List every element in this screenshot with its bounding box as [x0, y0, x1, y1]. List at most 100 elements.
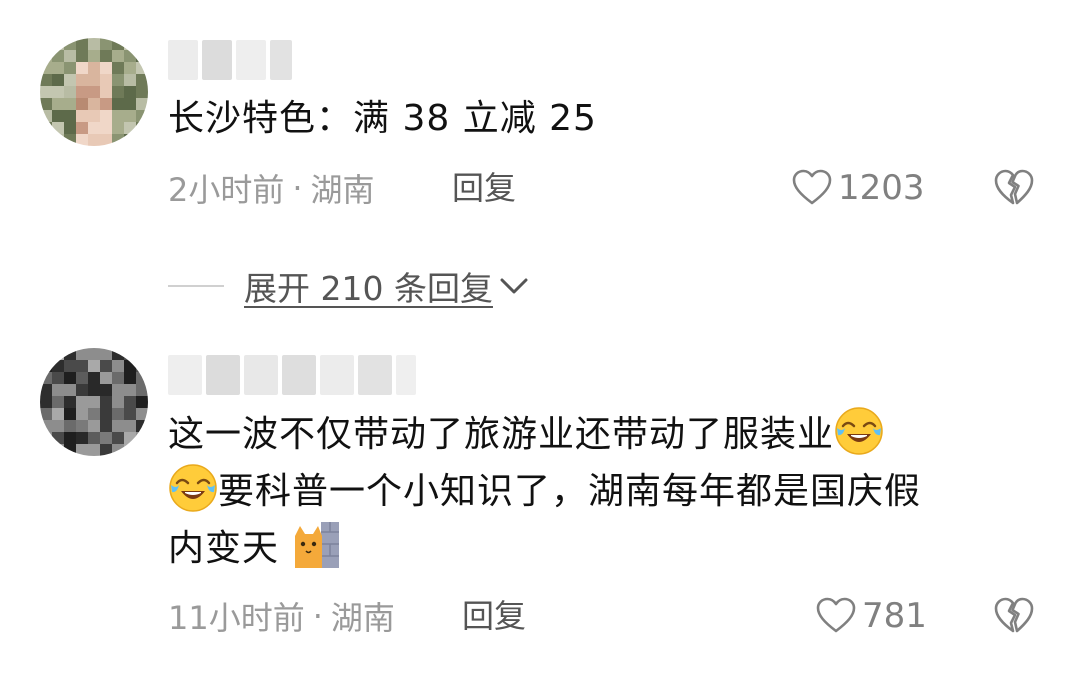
avatar-pixel [112, 432, 124, 444]
avatar-pixel [136, 408, 148, 420]
avatar-pixel [40, 134, 52, 146]
avatar-pixel [52, 408, 64, 420]
avatar-pixel [52, 134, 64, 146]
avatar-pixel [124, 86, 136, 98]
avatar-pixel [52, 432, 64, 444]
avatar-pixel [76, 110, 88, 122]
avatar-pixel [124, 110, 136, 122]
avatar-pixel [136, 62, 148, 74]
avatar-pixel [100, 360, 112, 372]
expand-replies-label[interactable]: 展开 210 条回复 [244, 262, 493, 310]
avatar-pixel [88, 444, 100, 456]
avatar-pixel [64, 372, 76, 384]
avatar-pixel [136, 396, 148, 408]
avatar-pixel [136, 360, 148, 372]
avatar-pixel [76, 444, 88, 456]
avatar-pixel [100, 50, 112, 62]
broken-heart-icon[interactable] [994, 596, 1034, 636]
meta-separator: · [292, 169, 303, 207]
avatar-pixel [124, 372, 136, 384]
avatar-pixel [40, 432, 52, 444]
avatar-pixel [40, 50, 52, 62]
avatar-pixel [124, 432, 136, 444]
avatar-pixel [40, 110, 52, 122]
like-button[interactable]: 781 [816, 594, 927, 638]
chevron-down-icon[interactable] [497, 274, 531, 298]
avatar-pixel [100, 110, 112, 122]
avatar-pixel [136, 372, 148, 384]
reply-button[interactable]: 回复 [452, 166, 516, 210]
avatar-pixel [112, 134, 124, 146]
avatar-pixel [40, 98, 52, 110]
avatar-pixel [88, 372, 100, 384]
expand-replies[interactable]: 展开 210 条回复 [168, 262, 531, 310]
comment-time: 11小时前 [168, 599, 305, 637]
avatar-pixel [88, 360, 100, 372]
avatar-pixel [88, 98, 100, 110]
avatar-pixel [76, 86, 88, 98]
avatar-pixel [136, 38, 148, 50]
avatar-pixel [112, 444, 124, 456]
avatar-pixel [76, 50, 88, 62]
avatar-pixel [136, 98, 148, 110]
avatar-pixel [136, 134, 148, 146]
avatar-pixel [100, 396, 112, 408]
comment-text: 这一波不仅带动了旅游业还带动了服装业 要科普一个小知识了，湖南每年都是国庆假 内… [168, 406, 1048, 577]
avatar-pixel [76, 396, 88, 408]
avatar[interactable] [40, 348, 148, 456]
username-redacted[interactable] [168, 355, 416, 395]
avatar-pixel [112, 98, 124, 110]
avatar-pixel [64, 110, 76, 122]
avatar-pixel [136, 122, 148, 134]
broken-heart-icon[interactable] [994, 168, 1034, 208]
avatar-pixel [136, 420, 148, 432]
avatar-pixel [52, 444, 64, 456]
avatar-pixel [40, 122, 52, 134]
crying-laughing-emoji [169, 464, 217, 512]
avatar-pixel [76, 432, 88, 444]
avatar-pixel [112, 110, 124, 122]
avatar-pixel [100, 86, 112, 98]
avatar-pixel [112, 74, 124, 86]
avatar-pixel [88, 396, 100, 408]
avatar-pixel [100, 444, 112, 456]
avatar-pixel [124, 396, 136, 408]
avatar[interactable] [40, 38, 148, 146]
avatar-pixel [64, 408, 76, 420]
avatar-pixel [88, 122, 100, 134]
avatar-pixel [100, 134, 112, 146]
avatar-pixel [88, 74, 100, 86]
avatar-pixel [112, 372, 124, 384]
avatar-pixel [112, 384, 124, 396]
avatar-pixel [52, 360, 64, 372]
avatar-pixel [88, 86, 100, 98]
like-button[interactable]: 1203 [792, 166, 925, 210]
avatar-pixel [124, 50, 136, 62]
comment-text-line: 要科普一个小知识了，湖南每年都是国庆假 [218, 471, 922, 512]
avatar-pixel [100, 348, 112, 360]
avatar-pixel [52, 74, 64, 86]
avatar-pixel [100, 432, 112, 444]
reply-button[interactable]: 回复 [462, 594, 526, 638]
avatar-pixel [64, 122, 76, 134]
avatar-pixel [100, 62, 112, 74]
avatar-pixel [100, 98, 112, 110]
like-count: 781 [862, 596, 927, 636]
username-redacted[interactable] [168, 40, 292, 80]
avatar-pixel [76, 408, 88, 420]
avatar-pixel [124, 62, 136, 74]
avatar-pixel [40, 74, 52, 86]
avatar-pixel [64, 38, 76, 50]
heart-outline-icon [792, 169, 832, 205]
avatar-pixel [112, 62, 124, 74]
avatar-pixel [76, 98, 88, 110]
avatar-pixel [136, 110, 148, 122]
avatar-pixel [124, 38, 136, 50]
avatar-pixel [40, 408, 52, 420]
avatar-pixel [76, 348, 88, 360]
avatar-pixel [100, 420, 112, 432]
avatar-pixel [52, 348, 64, 360]
avatar-pixel [76, 62, 88, 74]
avatar-pixel [52, 122, 64, 134]
avatar-pixel [136, 432, 148, 444]
